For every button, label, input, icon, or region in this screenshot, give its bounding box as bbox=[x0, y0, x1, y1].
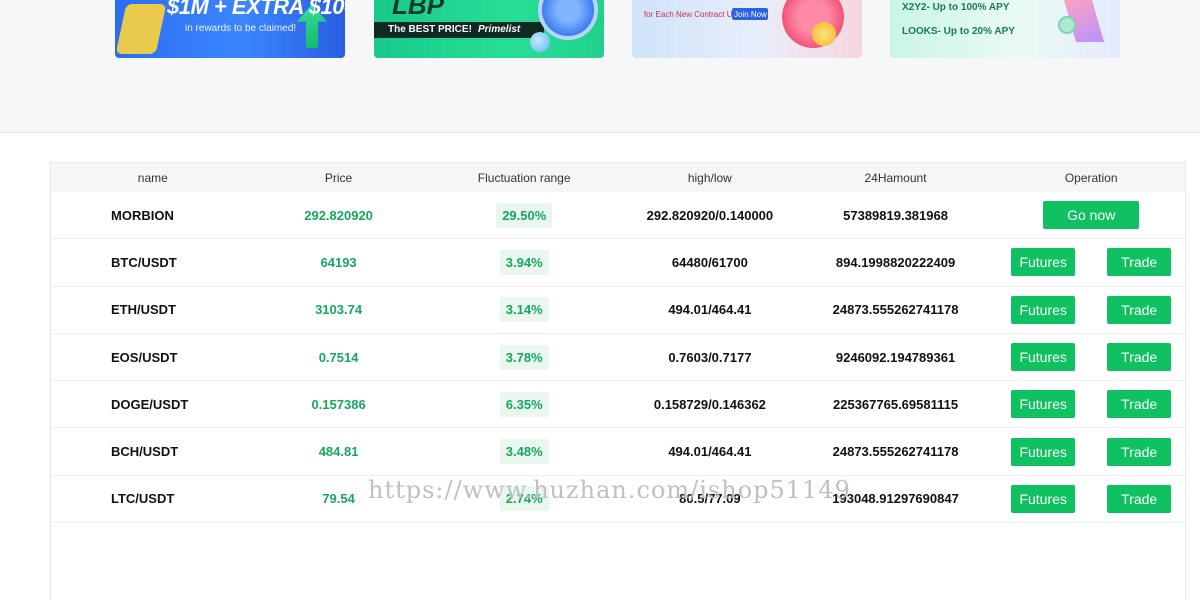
pair-name: BTC/USDT bbox=[111, 254, 177, 270]
coin-icon bbox=[782, 0, 844, 48]
table-row[interactable]: LTC/USDT 79.54 2.74% 80.5/77.09 193048.9… bbox=[51, 476, 1185, 524]
gift-box-icon bbox=[115, 4, 167, 54]
coin-icon bbox=[1058, 16, 1076, 34]
table-row[interactable]: ETH/USDT 3103.74 3.14% 494.01/464.41 248… bbox=[51, 287, 1185, 334]
fluctuation-badge: 3.14% bbox=[499, 297, 549, 323]
pair-price: 3103.74 bbox=[315, 302, 363, 318]
fluctuation-cell: 6.35% bbox=[422, 391, 626, 417]
futures-button[interactable]: Futures bbox=[1011, 343, 1076, 372]
banner-apy-line-1: X2Y2- Up to 100% APY bbox=[902, 2, 1010, 13]
futures-button[interactable]: Futures bbox=[1011, 390, 1076, 419]
header-operation: Operation bbox=[1064, 170, 1118, 185]
banner-brand: Primelist bbox=[478, 24, 521, 35]
fluctuation-cell: 29.50% bbox=[422, 202, 626, 228]
join-now-label: Join Now bbox=[734, 10, 767, 19]
futures-button[interactable]: Futures bbox=[1011, 295, 1076, 324]
24h-amount: 24873.555262741178 bbox=[832, 302, 959, 318]
operation-cell: Futures Trade bbox=[997, 484, 1185, 513]
fluctuation-cell: 2.74% bbox=[422, 486, 626, 512]
high-low: 0.7603/0.7177 bbox=[668, 349, 752, 365]
market-table: name Price Fluctuation range high/low 24… bbox=[50, 162, 1186, 600]
banner-headline: $1M + EXTRA $100K bbox=[167, 0, 345, 19]
high-low: 494.01/464.41 bbox=[668, 302, 752, 318]
pair-price: 79.54 bbox=[322, 491, 355, 507]
pair-name: MORBION bbox=[111, 207, 174, 223]
banner-subline: for Each New Contract User bbox=[644, 10, 744, 19]
header-name: name bbox=[137, 170, 168, 185]
operation-cell: Go now bbox=[997, 201, 1185, 230]
trade-button[interactable]: Trade bbox=[1107, 437, 1172, 466]
fluctuation-cell: 3.14% bbox=[422, 297, 626, 323]
24h-amount: 24873.555262741178 bbox=[832, 444, 959, 460]
go-now-button[interactable]: Go now bbox=[1043, 201, 1140, 230]
banner-subline: The BEST PRICE! bbox=[388, 24, 472, 35]
banner-subline: in rewards to be claimed! bbox=[185, 23, 297, 34]
fluctuation-cell: 3.94% bbox=[422, 249, 626, 275]
fluctuation-badge: 2.74% bbox=[499, 486, 549, 512]
header-24h-amount: 24Hamount bbox=[864, 170, 927, 185]
pair-price: 0.157386 bbox=[311, 396, 366, 412]
banner-apy-line-2: LOOKS- Up to 20% APY bbox=[902, 26, 1015, 37]
futures-button[interactable]: Futures bbox=[1011, 437, 1076, 466]
banner-area: $1M + EXTRA $100K in rewards to be claim… bbox=[0, 0, 1200, 133]
operation-cell: Futures Trade bbox=[997, 343, 1185, 372]
table-row[interactable]: DOGE/USDT 0.157386 6.35% 0.158729/0.1463… bbox=[51, 381, 1185, 429]
operation-cell: Futures Trade bbox=[997, 390, 1185, 419]
header-fluctuation: Fluctuation range bbox=[477, 170, 571, 185]
table-header: name Price Fluctuation range high/low 24… bbox=[51, 163, 1185, 192]
banner-headline: LBP bbox=[392, 0, 444, 20]
24h-amount: 193048.91297690847 bbox=[832, 491, 959, 507]
fluctuation-badge: 29.50% bbox=[496, 202, 553, 228]
table-row[interactable]: BCH/USDT 484.81 3.48% 494.01/464.41 2487… bbox=[51, 428, 1185, 476]
table-row[interactable]: BTC/USDT 64193 3.94% 64480/61700 894.199… bbox=[51, 239, 1185, 287]
pair-name: BCH/USDT bbox=[111, 444, 179, 460]
high-low: 80.5/77.09 bbox=[679, 491, 741, 507]
fluctuation-badge: 6.35% bbox=[499, 391, 549, 417]
high-low: 64480/61700 bbox=[671, 254, 748, 270]
pair-name: DOGE/USDT bbox=[111, 396, 189, 412]
promo-banner-contract[interactable]: for Each New Contract User Join Now bbox=[632, 0, 862, 58]
header-high-low: high/low bbox=[687, 170, 732, 185]
fluctuation-cell: 3.48% bbox=[422, 439, 626, 465]
header-price: Price bbox=[324, 170, 353, 185]
pair-price: 0.7514 bbox=[318, 349, 359, 365]
promo-banner-lbp[interactable]: LBP The BEST PRICE! Primelist bbox=[374, 0, 604, 58]
trade-button[interactable]: Trade bbox=[1107, 343, 1172, 372]
operation-cell: Futures Trade bbox=[997, 295, 1185, 324]
trade-button[interactable]: Trade bbox=[1107, 484, 1172, 513]
coin-small-icon bbox=[812, 22, 836, 46]
table-row[interactable]: EOS/USDT 0.7514 3.78% 0.7603/0.7177 9246… bbox=[51, 334, 1185, 382]
pair-price: 484.81 bbox=[318, 444, 359, 460]
operation-cell: Futures Trade bbox=[997, 437, 1185, 466]
futures-button[interactable]: Futures bbox=[1011, 248, 1076, 277]
fluctuation-badge: 3.48% bbox=[499, 439, 549, 465]
high-low: 292.820920/0.140000 bbox=[646, 207, 774, 223]
fluctuation-badge: 3.78% bbox=[499, 344, 549, 370]
orb-icon bbox=[530, 32, 550, 52]
promo-banner-apy[interactable]: X2Y2- Up to 100% APY LOOKS- Up to 20% AP… bbox=[890, 0, 1120, 58]
promo-banner-rewards[interactable]: $1M + EXTRA $100K in rewards to be claim… bbox=[115, 0, 345, 58]
pair-name: EOS/USDT bbox=[111, 349, 178, 365]
trade-button[interactable]: Trade bbox=[1107, 295, 1172, 324]
high-low: 494.01/464.41 bbox=[668, 444, 752, 460]
24h-amount: 225367765.69581115 bbox=[833, 396, 959, 412]
24h-amount: 894.1998820222409 bbox=[835, 254, 956, 270]
24h-amount: 9246092.194789361 bbox=[835, 349, 956, 365]
fluctuation-cell: 3.78% bbox=[422, 344, 626, 370]
fluctuation-badge: 3.94% bbox=[499, 249, 549, 275]
futures-button[interactable]: Futures bbox=[1011, 484, 1076, 513]
trade-button[interactable]: Trade bbox=[1107, 248, 1172, 277]
trade-button[interactable]: Trade bbox=[1107, 390, 1172, 419]
operation-cell: Futures Trade bbox=[997, 248, 1185, 277]
pair-price: 64193 bbox=[320, 254, 357, 270]
table-row[interactable]: MORBION 292.820920 29.50% 292.820920/0.1… bbox=[51, 192, 1185, 240]
pair-name: LTC/USDT bbox=[111, 491, 175, 507]
pair-name: ETH/USDT bbox=[111, 302, 176, 318]
24h-amount: 57389819.381968 bbox=[843, 207, 948, 223]
high-low: 0.158729/0.146362 bbox=[653, 396, 766, 412]
pair-price: 292.820920 bbox=[304, 207, 373, 223]
